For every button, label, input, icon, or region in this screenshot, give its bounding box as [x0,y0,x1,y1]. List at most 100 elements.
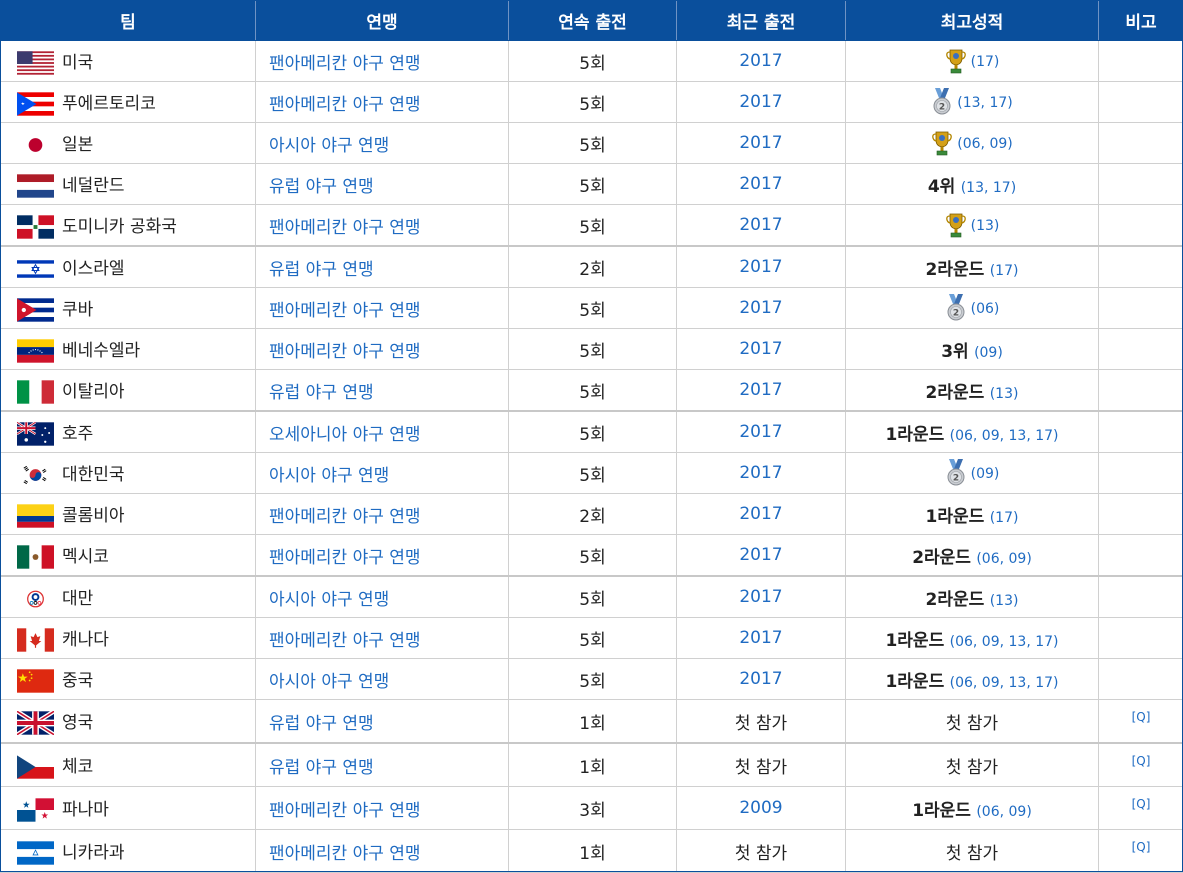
best-years-link[interactable]: (13, 17) [957,95,1012,111]
qualifier-note-link[interactable]: [Q] [1132,840,1151,854]
streak: 2회 [579,507,605,527]
best-years-link[interactable]: (06, 09) [957,136,1012,152]
streak: 5회 [579,590,605,610]
streak: 1회 [579,714,605,734]
qualifier-note-link[interactable]: [Q] [1132,797,1151,811]
league-link[interactable]: 팬아메리칸 야구 연맹 [269,54,421,74]
flag-icon [17,133,54,157]
best-result: 3위 [941,342,968,362]
recent-cell: 2009 [677,787,846,830]
league-link[interactable]: 유럽 야구 연맹 [269,260,374,280]
recent-appearance-link[interactable]: 2017 [739,51,782,71]
recent-appearance-link[interactable]: 2017 [739,422,782,442]
recent-cell: 2017 [677,535,846,577]
league-link[interactable]: 팬아메리칸 야구 연맹 [269,342,421,362]
league-link[interactable]: 아시아 야구 연맹 [269,590,389,610]
team-name: 콜롬비아 [62,506,125,526]
flag-icon [17,215,54,239]
team-cell: 멕시코 [1,535,256,577]
best-years-link[interactable]: (06, 09, 13, 17) [950,428,1059,444]
recent-appearance-link[interactable]: 2017 [739,380,782,400]
team-name: 호주 [62,424,93,444]
recent-appearance-link[interactable]: 2017 [739,587,782,607]
league-link[interactable]: 유럽 야구 연맹 [269,714,374,734]
header-team[interactable]: 팀 [1,0,256,41]
table-row: 이탈리아 유럽 야구 연맹 5회 2017 2라운드 (13) [1,370,1183,412]
streak: 1회 [579,758,605,778]
recent-appearance-link[interactable]: 2017 [739,133,782,153]
best-years-link[interactable]: (13) [971,218,1000,234]
recent-appearance-link[interactable]: 2017 [739,298,782,318]
league-cell: 아시아 야구 연맹 [256,123,509,164]
streak: 5회 [579,383,605,403]
recent-appearance-link[interactable]: 2009 [739,798,782,818]
note-cell [1099,453,1183,494]
recent-appearance-link[interactable]: 2017 [739,215,782,235]
recent-appearance-link[interactable]: 2017 [739,669,782,689]
note-cell: [Q] [1099,787,1183,830]
recent-cell: 2017 [677,329,846,370]
streak: 2회 [579,260,605,280]
best-years-link[interactable]: (06, 09, 13, 17) [950,634,1059,650]
best-years-link[interactable]: (09) [971,466,1000,482]
best-years-link[interactable]: (17) [990,510,1019,526]
best-cell: 첫 참가 [846,700,1099,744]
streak: 5회 [579,95,605,115]
league-link[interactable]: 오세아니아 야구 연맹 [269,425,421,445]
league-link[interactable]: 팬아메리칸 야구 연맹 [269,548,421,568]
best-years-link[interactable]: (06, 09) [976,551,1031,567]
header-best[interactable]: 최고성적 [846,0,1099,41]
best-years-link[interactable]: (09) [974,345,1003,361]
best-years-link[interactable]: (13) [990,386,1019,402]
league-link[interactable]: 팬아메리칸 야구 연맹 [269,507,421,527]
best-years-link[interactable]: (13, 17) [961,180,1016,196]
best-years-link[interactable]: (06, 09) [976,804,1031,820]
table-row: 도미니카 공화국팬아메리칸 야구 연맹5회2017(13) [1,205,1183,247]
league-link[interactable]: 유럽 야구 연맹 [269,177,374,197]
league-link[interactable]: 팬아메리칸 야구 연맹 [269,844,421,864]
qualifier-note-link[interactable]: [Q] [1132,754,1151,768]
league-cell: 팬아메리칸 야구 연맹 [256,82,509,123]
best-result: 1라운드 [885,425,944,445]
recent-appearance-link[interactable]: 2017 [739,174,782,194]
best-years-link[interactable]: (13) [990,593,1019,609]
recent-appearance-link[interactable]: 2017 [739,628,782,648]
table-row: 파나마팬아메리칸 야구 연맹3회20091라운드 (06, 09)[Q] [1,787,1183,830]
league-cell: 아시아 야구 연맹 [256,659,509,700]
header-league[interactable]: 연맹 [256,0,509,41]
streak: 1회 [579,844,605,864]
recent-appearance-link[interactable]: 2017 [739,92,782,112]
best-years-link[interactable]: (06) [971,301,1000,317]
league-cell: 유럽 야구 연맹 [256,700,509,744]
league-link[interactable]: 아시아 야구 연맹 [269,466,389,486]
best-years-link[interactable]: (17) [990,263,1019,279]
league-link[interactable]: 팬아메리칸 야구 연맹 [269,218,421,238]
league-link[interactable]: 팬아메리칸 야구 연맹 [269,631,421,651]
header-note[interactable]: 비고 [1099,0,1183,41]
table-row: 대만아시아 야구 연맹5회20172라운드 (13) [1,576,1183,618]
league-link[interactable]: 유럽 야구 연맹 [269,383,374,403]
league-link[interactable]: 아시아 야구 연맹 [269,672,389,692]
best-years-link[interactable]: (17) [971,54,1000,70]
recent-appearance-link[interactable]: 2017 [739,545,782,565]
recent-appearance-link[interactable]: 2017 [739,504,782,524]
league-link[interactable]: 팬아메리칸 야구 연맹 [269,801,421,821]
qualifier-note-link[interactable]: [Q] [1132,710,1151,724]
trophy-icon [931,129,953,157]
recent-appearance-link[interactable]: 2017 [739,257,782,277]
league-link[interactable]: 팬아메리칸 야구 연맹 [269,301,421,321]
note-cell [1099,41,1183,82]
recent-appearance-link[interactable]: 2017 [739,339,782,359]
league-link[interactable]: 유럽 야구 연맹 [269,758,374,778]
team-name: 이탈리아 [62,382,125,402]
header-streak[interactable]: 연속 출전 [509,0,677,41]
league-link[interactable]: 아시아 야구 연맹 [269,136,389,156]
recent-cell: 2017 [677,82,846,123]
best-cell: 1라운드 (06, 09, 13, 17) [846,659,1099,700]
best-result: 2라운드 [926,383,985,403]
best-cell: 2(06) [846,288,1099,329]
best-years-link[interactable]: (06, 09, 13, 17) [950,675,1059,691]
recent-appearance-link[interactable]: 2017 [739,463,782,483]
header-recent[interactable]: 최근 출전 [677,0,846,41]
league-link[interactable]: 팬아메리칸 야구 연맹 [269,95,421,115]
